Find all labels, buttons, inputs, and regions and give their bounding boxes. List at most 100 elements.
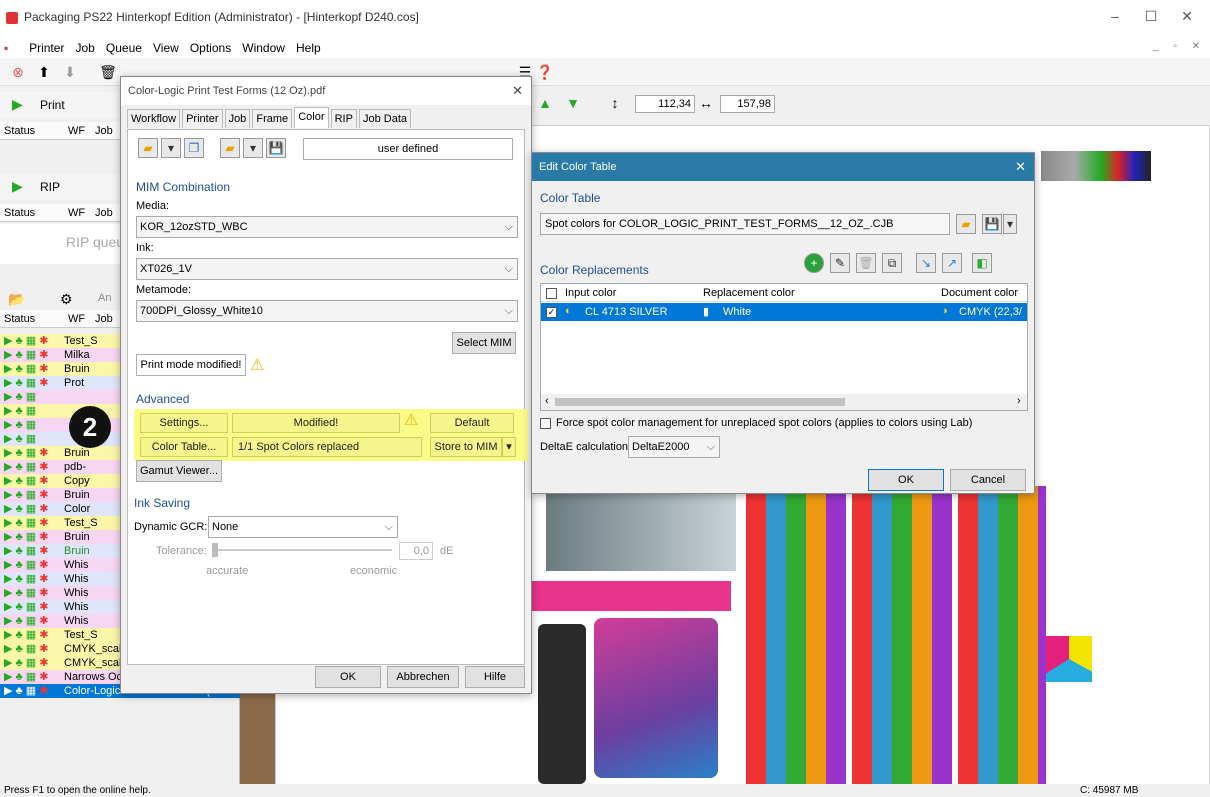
col-document-color[interactable]: Document color (941, 287, 1018, 299)
menu-printer[interactable]: Printer (25, 38, 68, 58)
menu-job[interactable]: Job (71, 38, 98, 58)
menu-queue[interactable]: Queue (102, 38, 146, 58)
maximize-button[interactable]: ☐ (1136, 8, 1166, 25)
tab-color[interactable]: Color (294, 107, 329, 128)
menu-window[interactable]: Window (238, 38, 289, 58)
ect-open-icon[interactable]: ▰ (956, 214, 976, 234)
rip-col-job[interactable]: Job (95, 207, 113, 219)
scroll-thumb[interactable] (555, 398, 845, 406)
open-folder-icon[interactable]: ▰ (138, 138, 158, 158)
minimize-button[interactable]: – (1100, 8, 1130, 24)
close-button[interactable]: ✕ (1172, 8, 1202, 25)
ink-select[interactable]: XT026_1V ⌵ (136, 258, 518, 280)
tab-workflow[interactable]: Workflow (127, 109, 181, 128)
force-checkbox[interactable] (540, 418, 551, 429)
stop-icon[interactable]: ⊗ (8, 62, 28, 82)
settings-button[interactable]: Settings... (140, 413, 228, 433)
table-row[interactable]: ✓ ◐ CL 4713 SILVER ▮ White ◑ CMYK (22,3/ (541, 303, 1027, 321)
merge-icon[interactable]: ◧ (972, 253, 992, 273)
store-to-mim-button[interactable]: Store to MIM (430, 437, 502, 457)
dropdown-arrow-icon-2[interactable]: ▾ (243, 138, 263, 158)
job-col-wf[interactable]: WF (68, 313, 85, 325)
tab-printer[interactable]: Printer (182, 109, 223, 128)
tab-rip[interactable]: RIP (330, 109, 357, 128)
col-wf[interactable]: WF (68, 125, 85, 137)
width-icon[interactable]: ↔ (696, 93, 716, 113)
tab-job-data[interactable]: Job Data (358, 109, 412, 128)
abbrechen-button[interactable]: Abbrechen (387, 666, 459, 688)
gcr-select[interactable]: None ⌵ (208, 516, 398, 538)
col-replacement-color[interactable]: Replacement color (703, 287, 795, 299)
print-mode-modified-button[interactable]: Print mode modified! (136, 354, 246, 376)
horizontal-scrollbar[interactable]: ‹ › (541, 394, 1027, 410)
row-checkbox[interactable]: ✓ (546, 307, 557, 318)
color-table-name[interactable]: Spot colors for COLOR_LOGIC_PRINT_TEST_F… (540, 213, 950, 235)
add-icon[interactable]: + (804, 253, 824, 273)
rip-col-wf[interactable]: WF (68, 207, 85, 219)
slider-thumb[interactable] (212, 543, 218, 557)
dropdown-arrow-icon[interactable]: ▾ (161, 138, 181, 158)
dialog-close-button[interactable]: ✕ (512, 77, 523, 105)
height-field[interactable]: 112,34 (635, 95, 695, 113)
gear-icon[interactable]: ⚙ (60, 291, 73, 308)
print-photo (546, 491, 736, 571)
metamode-select[interactable]: 700DPI_Glossy_White10 ⌵ (136, 300, 518, 322)
mdi-controls[interactable]: _ ▫ ✕ (1153, 41, 1206, 52)
menu-view[interactable]: View (149, 38, 183, 58)
status-icons: ▶ ♣ ▦ ✱ (4, 363, 49, 375)
rip-col-status[interactable]: Status (4, 207, 35, 219)
col-status[interactable]: Status (4, 125, 35, 137)
col-input-color[interactable]: Input color (565, 287, 616, 299)
scroll-right-icon[interactable]: › (1017, 395, 1021, 407)
hilfe-button[interactable]: Hilfe (465, 666, 525, 688)
delete-icon[interactable]: 🗑 (98, 62, 118, 82)
job-col-status[interactable]: Status (4, 313, 35, 325)
rip-play-icon[interactable]: ▶ (12, 178, 23, 195)
arrow-up-icon[interactable]: ⬆ (34, 62, 54, 82)
menu-help[interactable]: Help (292, 38, 325, 58)
copy-icon[interactable]: ❐ (184, 138, 204, 158)
folder-icon[interactable]: ▰ (220, 138, 240, 158)
ect-close-button[interactable]: ✕ (1015, 153, 1026, 181)
image-icon[interactable]: ▲ (535, 93, 555, 113)
save-icon[interactable]: 💾 (266, 138, 286, 158)
help-icon[interactable]: ❓ (535, 62, 555, 82)
tab-job[interactable]: Job (224, 109, 251, 128)
color-table-button[interactable]: Color Table... (140, 437, 228, 457)
ect-cancel-button[interactable]: Cancel (950, 469, 1026, 491)
image-down-icon[interactable]: ▼ (563, 93, 583, 113)
export-icon[interactable]: ↗ (942, 253, 962, 273)
media-label: Media: (136, 200, 170, 212)
ect-ok-button[interactable]: OK (868, 469, 944, 491)
height-icon[interactable]: ↕ (605, 93, 625, 113)
ect-save-dropdown-icon[interactable]: ▾ (1003, 214, 1017, 234)
gamut-viewer-button[interactable]: Gamut Viewer... (136, 460, 222, 482)
store-dropdown-icon[interactable]: ▾ (502, 437, 516, 457)
search-field[interactable]: An (98, 292, 111, 304)
ect-save-icon[interactable]: 💾 (982, 214, 1002, 234)
trash-icon[interactable]: 🗑 (856, 253, 876, 273)
arrow-down-icon[interactable]: ⬇ (60, 62, 80, 82)
tolerance-value[interactable]: 0,0 (399, 542, 433, 560)
edit-icon[interactable]: ✎ (830, 253, 850, 273)
header-checkbox[interactable] (546, 288, 557, 299)
tolerance-slider[interactable] (212, 549, 392, 551)
folder-icon[interactable]: 📂 (8, 291, 25, 308)
scroll-left-icon[interactable]: ‹ (545, 395, 549, 407)
duplicate-icon[interactable]: ⧉ (882, 253, 902, 273)
deltae-select[interactable]: DeltaE2000 ⌵ (628, 436, 720, 458)
menu-options[interactable]: Options (186, 38, 235, 58)
user-defined-field[interactable]: user defined (303, 138, 513, 160)
width-field[interactable]: 157,98 (720, 95, 775, 113)
select-mim-button[interactable]: Select MIM (452, 332, 516, 354)
play-icon[interactable]: ▶ (12, 96, 23, 113)
media-select[interactable]: KOR_12ozSTD_WBC ⌵ (136, 216, 518, 238)
ok-button[interactable]: OK (315, 666, 381, 688)
default-button[interactable]: Default (430, 413, 514, 433)
tab-frame[interactable]: Frame (252, 109, 293, 128)
import-icon[interactable]: ↘ (916, 253, 936, 273)
job-col-job[interactable]: Job (95, 313, 113, 325)
job-dialog-title: Color-Logic Print Test Forms (12 Oz).pdf… (121, 77, 531, 105)
print-label: Print (40, 98, 65, 112)
col-job[interactable]: Job (95, 125, 113, 137)
